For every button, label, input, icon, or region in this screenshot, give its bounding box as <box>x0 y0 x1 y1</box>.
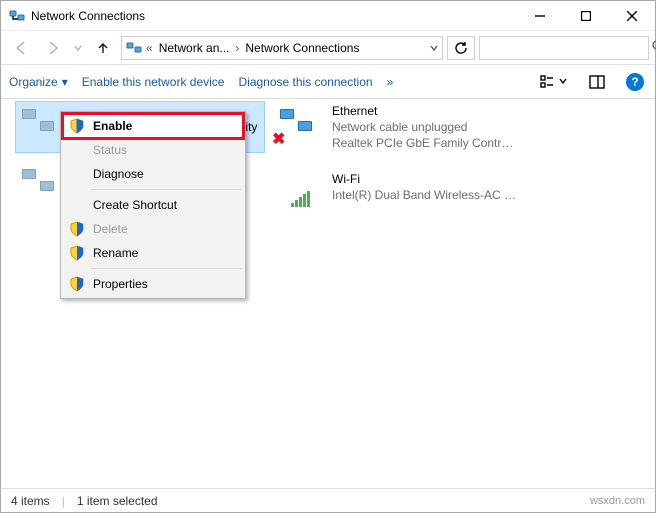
chevron-right-icon: › <box>235 41 239 55</box>
context-menu-delete: Delete <box>63 217 243 241</box>
menu-label: Organize <box>9 75 58 89</box>
status-item-count: 4 items <box>11 494 50 508</box>
error-x-icon: ✖ <box>272 129 285 149</box>
breadcrumb-label: Network an... <box>159 41 230 55</box>
menu-item-label: Properties <box>93 277 148 291</box>
network-adapter-wifi[interactable]: Wi-Fi Intel(R) Dual Band Wireless-AC 31.… <box>273 161 523 213</box>
status-separator: | <box>62 494 65 508</box>
search-box[interactable] <box>479 36 649 60</box>
command-bar: Organize ▾ Enable this network device Di… <box>1 65 655 99</box>
up-button[interactable] <box>89 35 117 61</box>
context-menu-status: Status <box>63 138 243 162</box>
watermark: wsxdn.com <box>590 495 645 507</box>
shield-icon <box>69 221 85 237</box>
help-icon: ? <box>626 73 644 91</box>
menu-item-label: Status <box>93 143 127 157</box>
breadcrumb-label: Network Connections <box>245 41 359 55</box>
adapter-device: Intel(R) Dual Band Wireless-AC 31... <box>332 187 520 203</box>
chevron-down-icon: ▾ <box>62 75 68 89</box>
context-menu-rename[interactable]: Rename <box>63 241 243 265</box>
adapter-name: Ethernet <box>332 103 520 119</box>
button-label: Diagnose this connection <box>238 75 372 89</box>
menu-item-label: Create Shortcut <box>93 198 177 212</box>
content-area: Cisco AnyConnect Secure Mobility ✖ Ether… <box>1 99 655 488</box>
menu-item-label: Enable <box>93 119 132 133</box>
refresh-button[interactable] <box>447 36 475 60</box>
menu-item-label: Diagnose <box>93 167 144 181</box>
shield-icon <box>69 118 85 134</box>
minimize-button[interactable] <box>517 1 563 31</box>
search-icon <box>651 39 656 56</box>
button-label: Enable this network device <box>82 75 225 89</box>
adapter-name: Wi-Fi <box>332 171 520 187</box>
overflow-button[interactable]: » <box>387 75 394 89</box>
close-button[interactable] <box>609 1 655 31</box>
breadcrumb-item[interactable]: Network Connections <box>243 41 361 55</box>
maximize-button[interactable] <box>563 1 609 31</box>
view-layout-button[interactable] <box>537 70 571 94</box>
menu-item-label: Rename <box>93 246 138 260</box>
status-bar: 4 items | 1 item selected wsxdn.com <box>1 488 655 512</box>
window-icon <box>9 8 25 24</box>
breadcrumb[interactable]: « Network an... › Network Connections <box>121 36 443 60</box>
status-selection: 1 item selected <box>77 494 158 508</box>
adapter-icon: ✖ <box>276 107 324 147</box>
context-menu-diagnose[interactable]: Diagnose <box>63 162 243 186</box>
shield-icon <box>69 245 85 261</box>
address-bar: « Network an... › Network Connections <box>1 31 655 65</box>
adapter-icon <box>276 167 324 207</box>
context-menu-create-shortcut[interactable]: Create Shortcut <box>63 193 243 217</box>
wifi-signal-icon <box>291 191 310 207</box>
shield-icon <box>69 276 85 292</box>
titlebar: Network Connections <box>1 1 655 31</box>
menu-separator <box>91 189 242 190</box>
chevron-left-icon[interactable]: « <box>146 41 153 55</box>
window-title: Network Connections <box>31 9 145 23</box>
adapter-status: Network cable unplugged <box>332 119 520 135</box>
search-input[interactable] <box>486 40 645 56</box>
forward-button[interactable] <box>39 35 67 61</box>
menu-separator <box>91 268 242 269</box>
help-button[interactable]: ? <box>623 70 647 94</box>
menu-item-label: Delete <box>93 222 128 236</box>
adapter-device: Realtek PCIe GbE Family Controller <box>332 135 520 151</box>
context-menu-properties[interactable]: Properties <box>63 272 243 296</box>
context-menu-enable[interactable]: Enable <box>63 114 243 138</box>
back-button[interactable] <box>7 35 35 61</box>
context-menu: Enable Status Diagnose Create Shortcut D… <box>60 111 246 299</box>
preview-pane-button[interactable] <box>585 70 609 94</box>
diagnose-connection-button[interactable]: Diagnose this connection <box>238 75 372 89</box>
network-icon <box>126 40 142 56</box>
network-adapter-ethernet[interactable]: ✖ Ethernet Network cable unplugged Realt… <box>273 101 523 153</box>
breadcrumb-item[interactable]: Network an... <box>157 41 232 55</box>
organize-menu[interactable]: Organize ▾ <box>9 75 68 89</box>
enable-device-button[interactable]: Enable this network device <box>82 75 225 89</box>
breadcrumb-dropdown[interactable] <box>430 41 438 55</box>
adapter-icon <box>18 107 66 147</box>
adapter-icon <box>18 167 66 207</box>
history-dropdown[interactable] <box>71 44 85 52</box>
